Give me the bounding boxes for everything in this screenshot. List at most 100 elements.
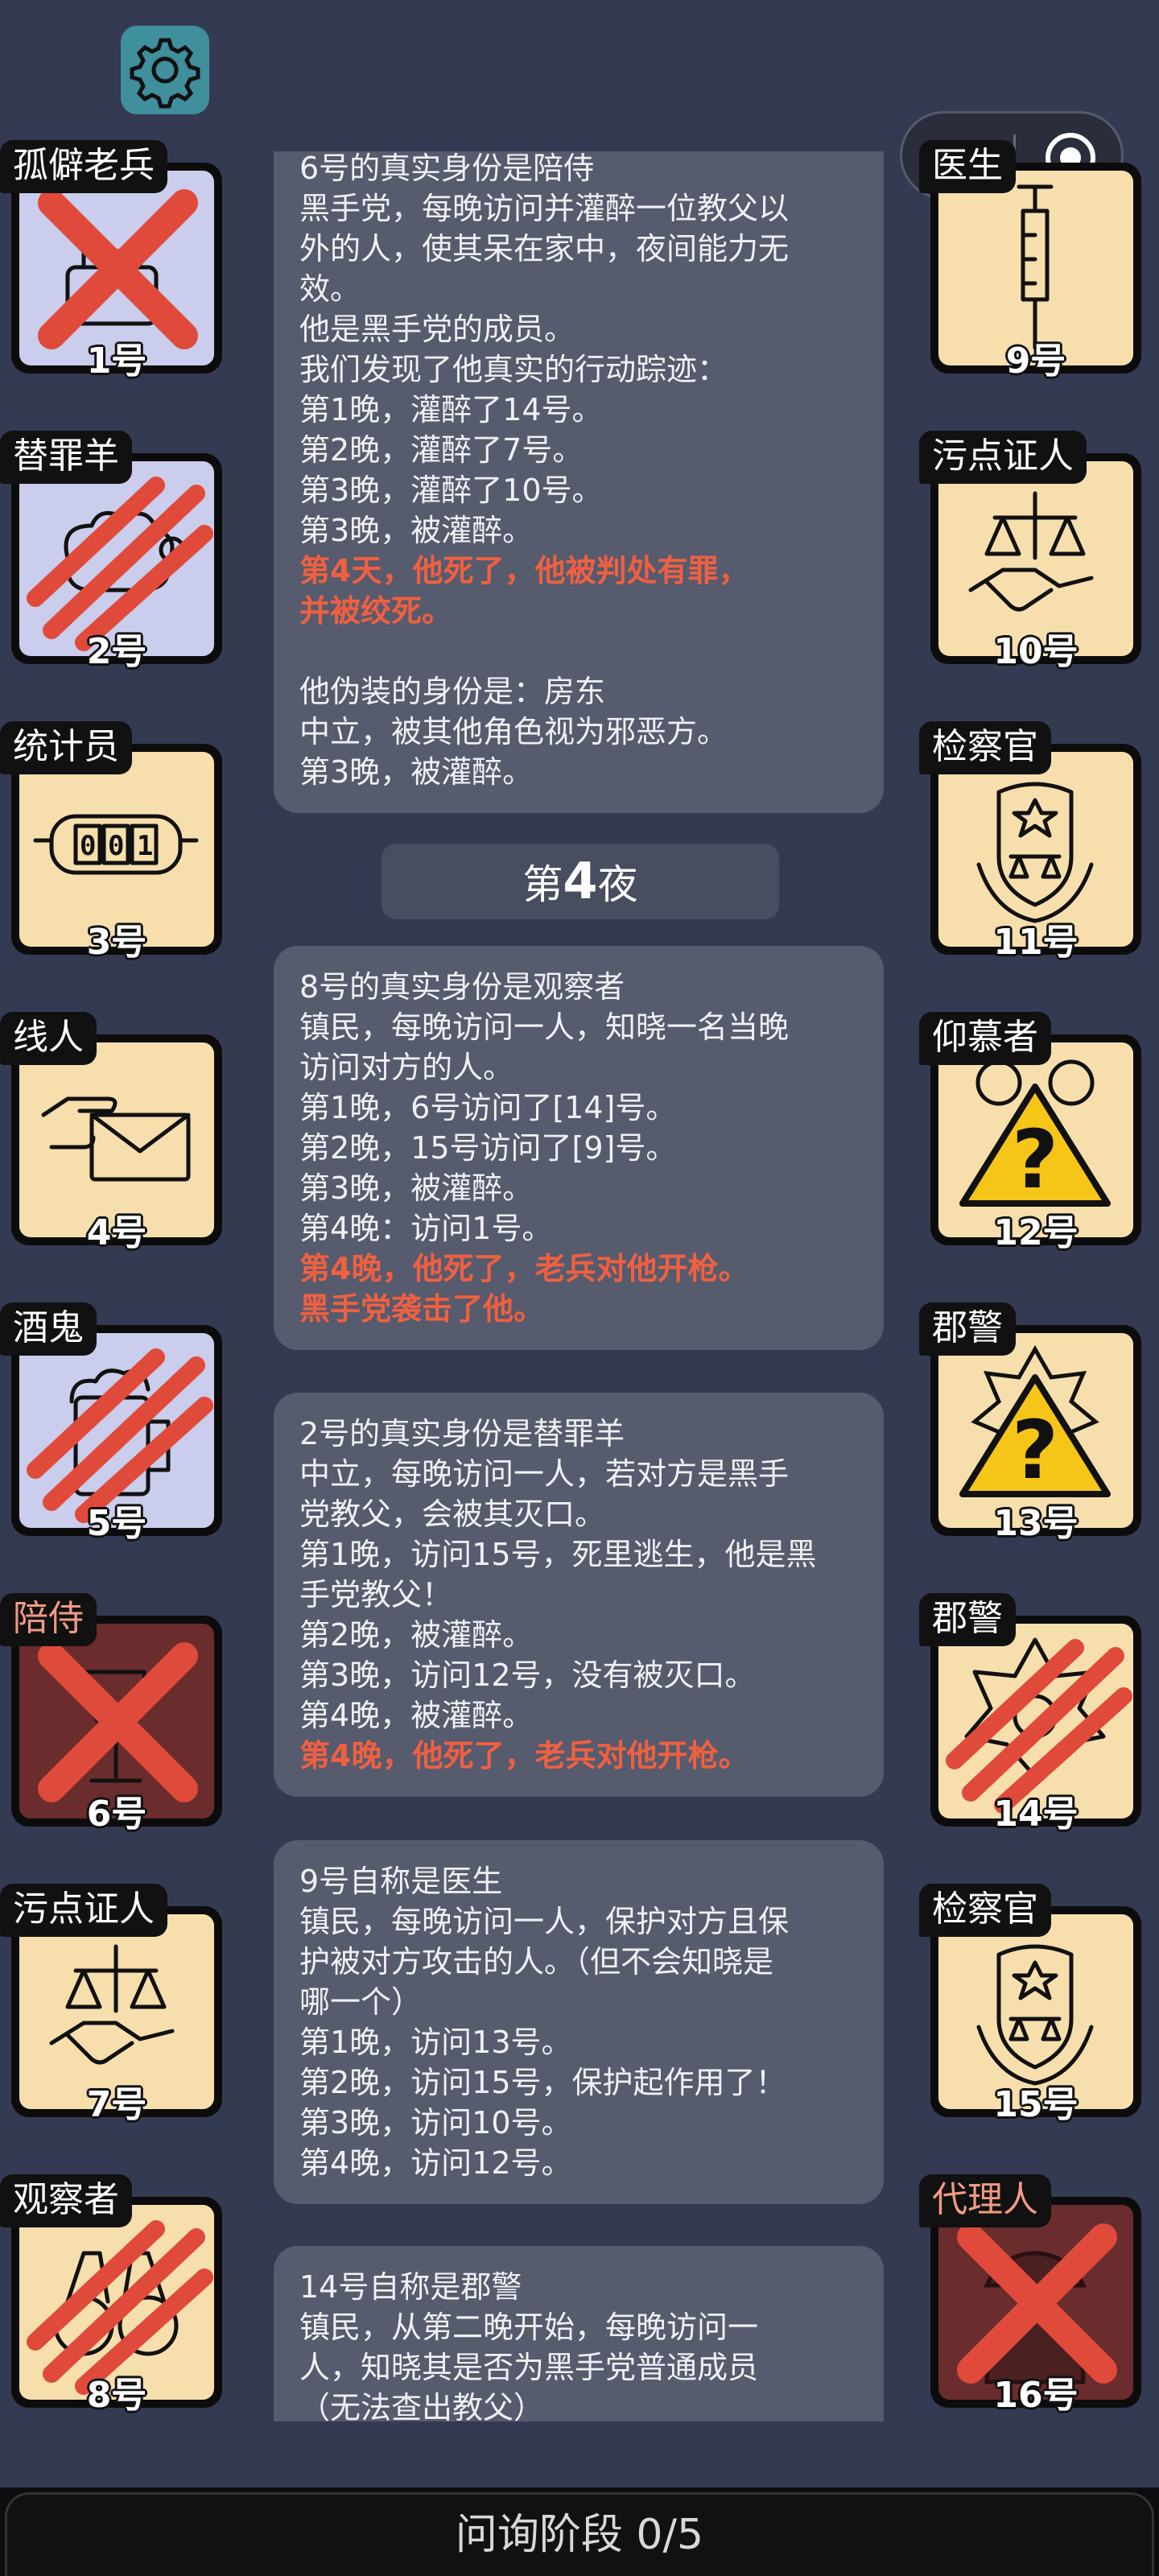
log-line: 8号的真实身份是观察者	[299, 969, 625, 1005]
player-number: 12号	[993, 1212, 1079, 1253]
role-label: 线人	[0, 1012, 97, 1065]
player-card[interactable]: 线人 4号	[0, 1012, 222, 1253]
player-card[interactable]: ? 郡警 13号	[919, 1302, 1141, 1544]
log-line: 人，知晓其是否为黑手党普通成员	[299, 2350, 759, 2385]
role-label: 医生	[919, 140, 1016, 193]
log-line: 第3晚，被灌醉。	[299, 513, 534, 548]
death-line: 第4晚，他死了，老兵对他开枪。	[299, 1251, 749, 1286]
role-label: 郡警	[919, 1302, 1016, 1356]
role-label: 污点证人	[0, 1884, 167, 1937]
role-label: 孤僻老兵	[0, 140, 167, 193]
role-label: 酒鬼	[0, 1302, 97, 1356]
log-line: 第2晚，被灌醉。	[299, 1617, 534, 1653]
role-label: 观察者	[0, 2174, 132, 2227]
role-label: 替罪羊	[0, 431, 132, 484]
log-line: 第1晚，访问13号。	[299, 2025, 572, 2060]
log-line: （无法查出教父）	[299, 2390, 545, 2421]
log-line: 我们发现了他真实的行动踪迹：	[299, 352, 728, 387]
player-card[interactable]: 医生 9号	[919, 140, 1141, 382]
log-line: 镇民，每晚访问一人，保护对方且保	[299, 1904, 790, 1939]
role-label: 统计员	[0, 721, 132, 774]
player-number: 6号	[86, 1794, 147, 1835]
log-line: 哪一个）	[299, 1984, 423, 2020]
player-number: 4号	[86, 1212, 147, 1253]
player-number: 5号	[86, 1503, 147, 1544]
log-line: 第4晚，被灌醉。	[299, 1698, 534, 1733]
log-line: 镇民，每晚访问一人，知晓一名当晚	[299, 1009, 790, 1045]
log-line: 中立，被其他角色视为邪恶方。	[299, 714, 728, 749]
player-number: 3号	[86, 922, 147, 963]
log-line: 黑手党，每晚访问并灌醉一位教父以	[299, 191, 790, 226]
log-line: 2号的真实身份是替罪羊	[299, 1416, 625, 1451]
death-line: 第4晚，他死了，老兵对他开枪。	[299, 1738, 749, 1773]
player-card[interactable]: 检察官 15号	[919, 1884, 1141, 2125]
player-number: 11号	[993, 922, 1079, 963]
log-line: 第4晚：访问1号。	[299, 1211, 553, 1246]
night-number: 4	[563, 852, 598, 910]
player-card[interactable]: 酒鬼 5号	[0, 1302, 222, 1544]
log-entry: 9号自称是医生镇民，每晚访问一人，保护对方且保 护被对方攻击的人。（但不会知晓是哪…	[274, 1840, 884, 2204]
bottom-bar: 问询阶段 0/5	[0, 2487, 1159, 2576]
role-label: 郡警	[919, 1593, 1016, 1646]
night-prefix: 第	[522, 861, 563, 908]
player-card[interactable]: 污点证人 7号	[0, 1884, 222, 2125]
night-divider: 第4夜	[382, 844, 779, 919]
player-number: 9号	[1005, 341, 1066, 382]
log-line: 第3晚，被灌醉。	[299, 754, 534, 790]
role-label: 检察官	[919, 721, 1051, 774]
log-line: 第3晚，访问12号，没有被灭口。	[299, 1657, 756, 1693]
gear-icon	[130, 38, 200, 109]
player-number: 15号	[993, 2084, 1079, 2125]
player-number: 1号	[86, 341, 147, 382]
log-line: 他伪装的身份是：房东	[299, 674, 606, 709]
phase-label: 问询阶段 0/5	[5, 2492, 1154, 2576]
log-line: 第3晚，灌醉了10号。	[299, 473, 603, 508]
log-line: 14号自称是郡警	[299, 2269, 522, 2305]
settings-button[interactable]	[121, 26, 209, 114]
player-card[interactable]: 污点证人 10号	[919, 431, 1141, 672]
player-card[interactable]: 陪侍 6号	[0, 1593, 222, 1835]
player-card[interactable]: 替罪羊 2号	[0, 431, 222, 672]
death-line: 黑手党袭击了他。	[299, 1291, 545, 1327]
player-card[interactable]: 观察者 8号	[0, 2174, 222, 2416]
player-number: 13号	[993, 1503, 1079, 1544]
log-line: 第3晚，被灌醉。	[299, 1170, 534, 1206]
player-number: 8号	[86, 2375, 147, 2416]
log-line: 第1晚，6号访问了[14]号。	[299, 1090, 677, 1125]
player-number: 14号	[993, 1794, 1079, 1835]
death-line: 第4天，他死了，他被判处有罪，	[299, 553, 749, 588]
role-label: 代理人	[919, 2174, 1051, 2227]
log-line: 6号的真实身份是陪侍	[299, 151, 595, 186]
player-card[interactable]: 001 统计员 3号	[0, 721, 222, 963]
player-card[interactable]: ? 仰慕者 12号	[919, 1012, 1141, 1253]
player-card[interactable]: 郡警 14号	[919, 1593, 1141, 1835]
log-line: 9号自称是医生	[299, 1864, 503, 1899]
player-card[interactable]: 检察官 11号	[919, 721, 1141, 963]
log-entry: 14号自称是郡警镇民，从第二晚开始，每晚访问一 人，知晓其是否为黑手党普通成员 （无…	[274, 2246, 884, 2421]
log-line: 外的人，使其呆在家中，夜间能力无	[299, 231, 790, 266]
log-line: 第1晚，访问15号，死里逃生，他是黑	[299, 1537, 817, 1572]
log-line: 效。	[299, 271, 361, 307]
player-number: 16号	[993, 2375, 1079, 2416]
log-line: 第4晚，访问12号。	[299, 2145, 572, 2181]
log-entry: 6号的真实身份是陪侍黑手党，每晚访问并灌醉一位教父以 外的人，使其呆在家中，夜间能…	[274, 151, 884, 813]
role-label: 污点证人	[919, 431, 1087, 484]
log-line: 中立，每晚访问一人，若对方是黑手	[299, 1456, 790, 1492]
player-card[interactable]: 孤僻老兵 1号	[0, 140, 222, 382]
log-line: 党教父，会被其灭口。	[299, 1496, 606, 1532]
log-line: 镇民，从第二晚开始，每晚访问一	[299, 2310, 759, 2345]
role-label: 检察官	[919, 1884, 1051, 1937]
role-label: 陪侍	[0, 1593, 97, 1646]
log-line: 他是黑手党的成员。	[299, 312, 575, 347]
log-line: 第2晚，15号访问了[9]号。	[299, 1130, 677, 1166]
log-line: 第3晚，访问10号。	[299, 2105, 572, 2140]
game-log[interactable]: 6号的真实身份是陪侍黑手党，每晚访问并灌醉一位教父以 外的人，使其呆在家中，夜间能…	[251, 151, 895, 2421]
night-suffix: 夜	[597, 861, 638, 908]
role-label: 仰慕者	[919, 1012, 1051, 1065]
log-line: 访问对方的人。	[299, 1050, 514, 1085]
player-number: 7号	[86, 2084, 147, 2125]
player-card[interactable]: 代理人 16号	[919, 2174, 1141, 2416]
log-line: 护被对方攻击的人。（但不会知晓是	[299, 1944, 774, 1979]
log-line: 第2晚，访问15号，保护起作用了！	[299, 2065, 786, 2100]
